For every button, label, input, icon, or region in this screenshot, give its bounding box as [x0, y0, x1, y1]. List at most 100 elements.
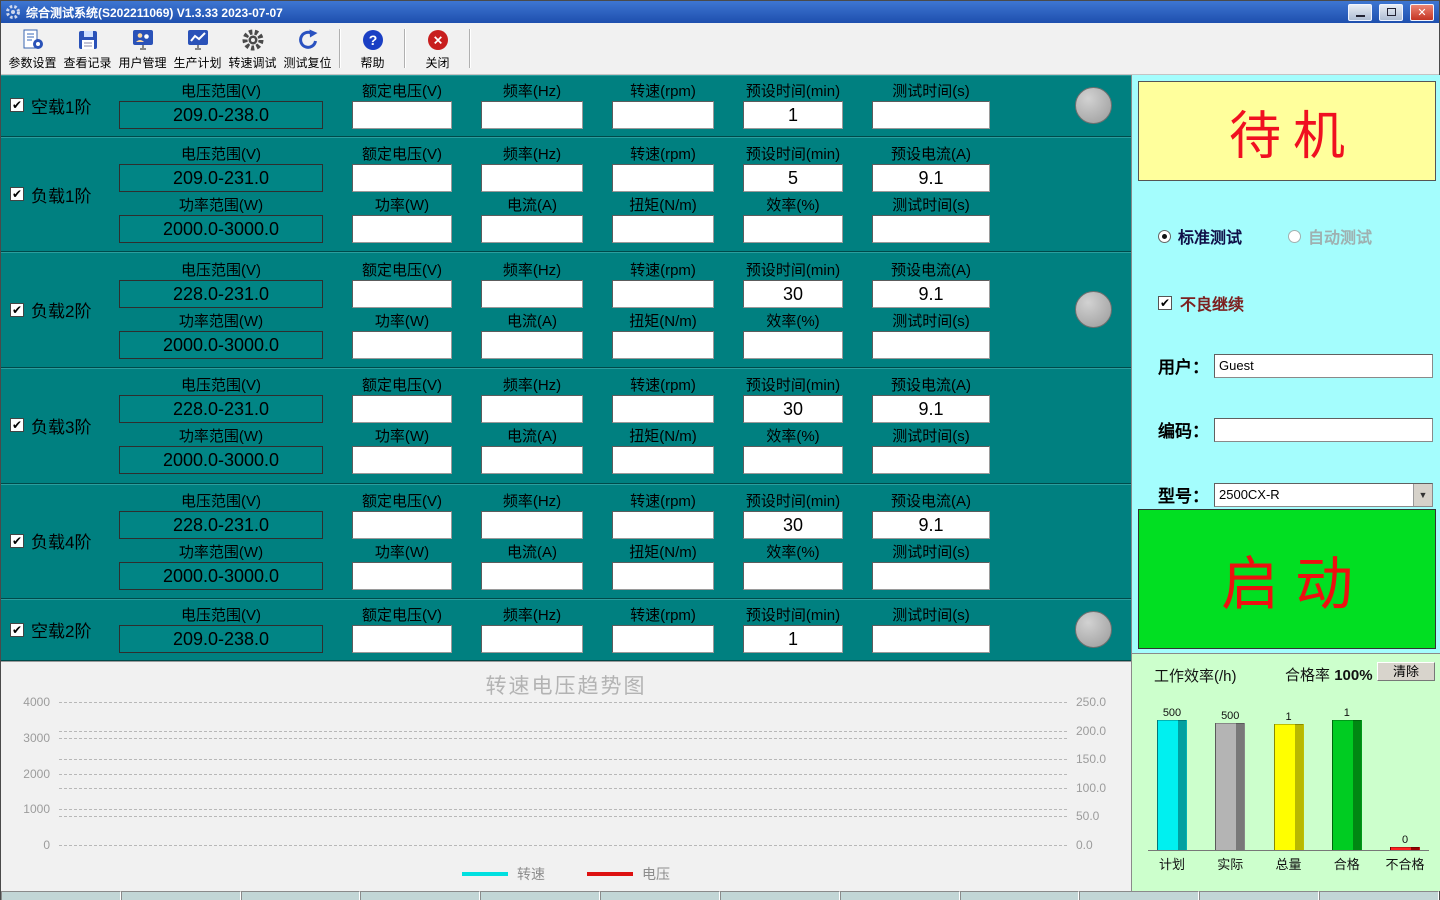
value-input[interactable]: 30 [743, 395, 843, 423]
maximize-button[interactable] [1379, 4, 1403, 21]
value-input[interactable]: 5 [743, 164, 843, 192]
field-cell: 功率(W) [352, 312, 452, 359]
stage-checkbox-icon[interactable]: ✔ [10, 98, 24, 112]
field-cell: 预设电流(A)9.1 [872, 261, 990, 308]
value-input[interactable] [481, 446, 583, 474]
field-label: 功率(W) [375, 543, 429, 562]
field-cell: 转速(rpm) [612, 492, 714, 539]
value-input[interactable]: 9.1 [872, 164, 990, 192]
start-button[interactable]: 启动 [1138, 509, 1436, 649]
value-input[interactable] [481, 562, 583, 590]
value-input[interactable] [481, 164, 583, 192]
field-label: 扭矩(N/m) [629, 196, 697, 215]
toolbar-button-gear[interactable]: 转速调试 [225, 24, 280, 73]
clear-button[interactable]: 清除 [1377, 662, 1435, 681]
value-input[interactable] [612, 331, 714, 359]
model-select[interactable]: 2500CX-R ▼ [1214, 483, 1433, 507]
stage-toggle[interactable]: ✔空载1阶 [1, 75, 119, 136]
value-input[interactable]: 9.1 [872, 280, 990, 308]
value-input[interactable] [352, 164, 452, 192]
value-input[interactable] [612, 625, 714, 653]
value-input[interactable] [743, 331, 843, 359]
field-cell: 电流(A) [481, 312, 583, 359]
value-input[interactable] [612, 164, 714, 192]
value-input[interactable] [352, 395, 452, 423]
value-input[interactable] [481, 101, 583, 129]
value-input[interactable]: 1 [743, 101, 843, 129]
statusbar-cell [1199, 891, 1319, 900]
code-input[interactable] [1214, 418, 1433, 442]
field-cell: 频率(Hz) [481, 376, 583, 423]
stage-checkbox-icon[interactable]: ✔ [10, 534, 24, 548]
value-input[interactable] [481, 625, 583, 653]
value-input[interactable] [481, 395, 583, 423]
value-input[interactable] [612, 511, 714, 539]
value-input[interactable] [352, 215, 452, 243]
stage-toggle[interactable]: ✔负载3阶 [1, 368, 119, 483]
field-cell: 电压范围(V)228.0-231.0 [119, 261, 323, 308]
dropdown-arrow-icon[interactable]: ▼ [1413, 484, 1432, 506]
users-icon [130, 27, 156, 53]
stage-toggle[interactable]: ✔负载4阶 [1, 484, 119, 599]
stage-toggle[interactable]: ✔负载1阶 [1, 137, 119, 252]
minimize-button[interactable] [1348, 4, 1372, 21]
stage-toggle[interactable]: ✔负载2阶 [1, 252, 119, 367]
field-cell: 功率范围(W)2000.0-3000.0 [119, 196, 323, 243]
toolbar-button-settings[interactable]: 参数设置 [5, 24, 60, 73]
stage-toggle[interactable]: ✔空载2阶 [1, 599, 119, 660]
value-input[interactable] [872, 446, 990, 474]
stage-checkbox-icon[interactable]: ✔ [10, 187, 24, 201]
value-input[interactable] [481, 331, 583, 359]
value-input[interactable] [743, 562, 843, 590]
value-input[interactable] [352, 625, 452, 653]
toolbar-button-reset[interactable]: 测试复位 [280, 24, 335, 73]
value-input[interactable] [612, 446, 714, 474]
toolbar-button-records[interactable]: 查看记录 [60, 24, 115, 73]
value-input[interactable] [872, 215, 990, 243]
radio-auto-test[interactable]: 自动测试 [1288, 224, 1372, 248]
stage-checkbox-icon[interactable]: ✔ [10, 623, 24, 637]
value-input[interactable] [612, 215, 714, 243]
value-input[interactable] [481, 215, 583, 243]
value-input[interactable] [481, 280, 583, 308]
value-input[interactable] [352, 562, 452, 590]
toolbar-button-plan[interactable]: 生产计划 [170, 24, 225, 73]
stage-checkbox-icon[interactable]: ✔ [10, 303, 24, 317]
value-input[interactable]: 30 [743, 511, 843, 539]
value-input[interactable] [612, 395, 714, 423]
value-input[interactable]: 1 [743, 625, 843, 653]
stat-bar-value: 1 [1344, 707, 1350, 719]
radio-standard-test[interactable]: 标准测试 [1158, 224, 1242, 248]
field-label: 扭矩(N/m) [629, 543, 697, 562]
toolbar-button-close[interactable]: ✕关闭 [410, 24, 465, 73]
value-input[interactable] [352, 331, 452, 359]
value-input[interactable] [872, 562, 990, 590]
value-input[interactable] [872, 625, 990, 653]
field-cell: 测试时间(s) [872, 543, 990, 590]
toolbar-button-label: 生产计划 [173, 54, 221, 71]
defect-continue-checkbox[interactable]: ✔ 不良继续 [1158, 291, 1244, 315]
close-button[interactable]: ✕ [1410, 4, 1434, 21]
stage-checkbox-icon[interactable]: ✔ [10, 418, 24, 432]
value-input[interactable] [612, 562, 714, 590]
toolbar-button-users[interactable]: 用户管理 [115, 24, 170, 73]
value-input[interactable]: 9.1 [872, 511, 990, 539]
value-input[interactable] [612, 280, 714, 308]
value-input[interactable]: 9.1 [872, 395, 990, 423]
value-input[interactable] [872, 331, 990, 359]
toolbar-button-help[interactable]: ?帮助 [345, 24, 400, 73]
code-label: 编码： [1158, 417, 1214, 442]
value-input[interactable] [743, 215, 843, 243]
value-input[interactable] [352, 101, 452, 129]
stat-bar-label: 合格 [1334, 854, 1360, 873]
trend-chart: 转速电压趋势图 40003000200010000250.0200.0150.0… [1, 661, 1131, 891]
value-input[interactable] [352, 446, 452, 474]
value-input[interactable] [352, 280, 452, 308]
value-input[interactable] [352, 511, 452, 539]
value-input[interactable] [612, 101, 714, 129]
value-input[interactable] [743, 446, 843, 474]
value-input[interactable] [481, 511, 583, 539]
user-input[interactable] [1214, 354, 1433, 378]
value-input[interactable] [872, 101, 990, 129]
value-input[interactable]: 30 [743, 280, 843, 308]
